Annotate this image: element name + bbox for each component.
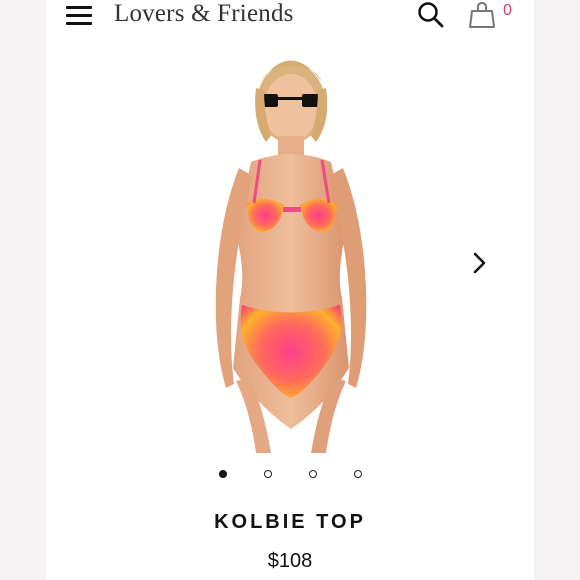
carousel-dot-3[interactable] — [309, 470, 317, 478]
product-page: Lovers & Friends 0 KOLBIE TOP $108 — [46, 0, 534, 580]
shopping-bag-icon — [468, 1, 498, 34]
carousel-dot-2[interactable] — [264, 470, 272, 478]
product-price: $108 — [267, 550, 313, 572]
cart-count-badge: 0 — [503, 2, 512, 19]
carousel-indicators — [46, 468, 534, 482]
chevron-right-icon — [468, 252, 492, 282]
search-icon[interactable] — [416, 0, 446, 30]
brand-logo[interactable]: Lovers & Friends — [114, 0, 294, 28]
shopping-bag-button[interactable]: 0 — [468, 0, 516, 30]
carousel-dot-4[interactable] — [354, 470, 362, 478]
carousel-dot-1[interactable] — [219, 470, 227, 478]
next-image-button[interactable] — [468, 248, 492, 278]
product-image — [215, 60, 367, 453]
hamburger-menu-icon[interactable] — [66, 3, 94, 25]
product-title: KOLBIE TOP — [214, 511, 366, 533]
header: Lovers & Friends 0 — [46, 0, 534, 34]
